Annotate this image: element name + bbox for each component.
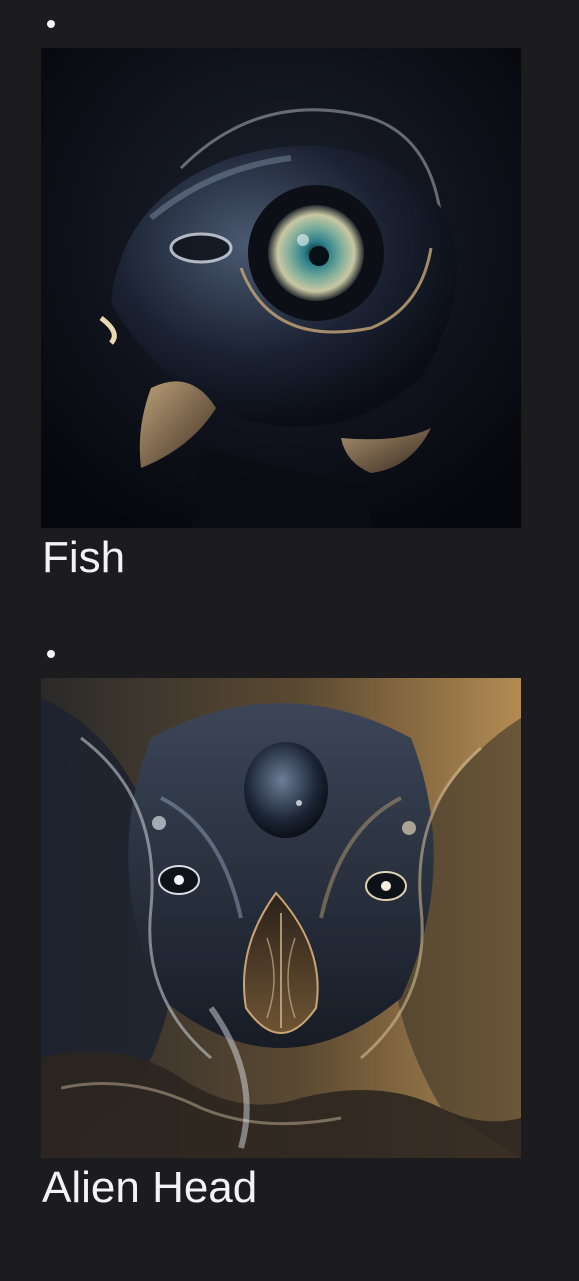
list-bullet <box>47 650 55 658</box>
alien-head-image[interactable] <box>41 678 521 1158</box>
image-caption: Alien Head <box>42 1163 258 1212</box>
fish-image[interactable] <box>41 48 521 528</box>
image-caption: Fish <box>42 533 126 582</box>
list-bullet <box>47 20 55 28</box>
